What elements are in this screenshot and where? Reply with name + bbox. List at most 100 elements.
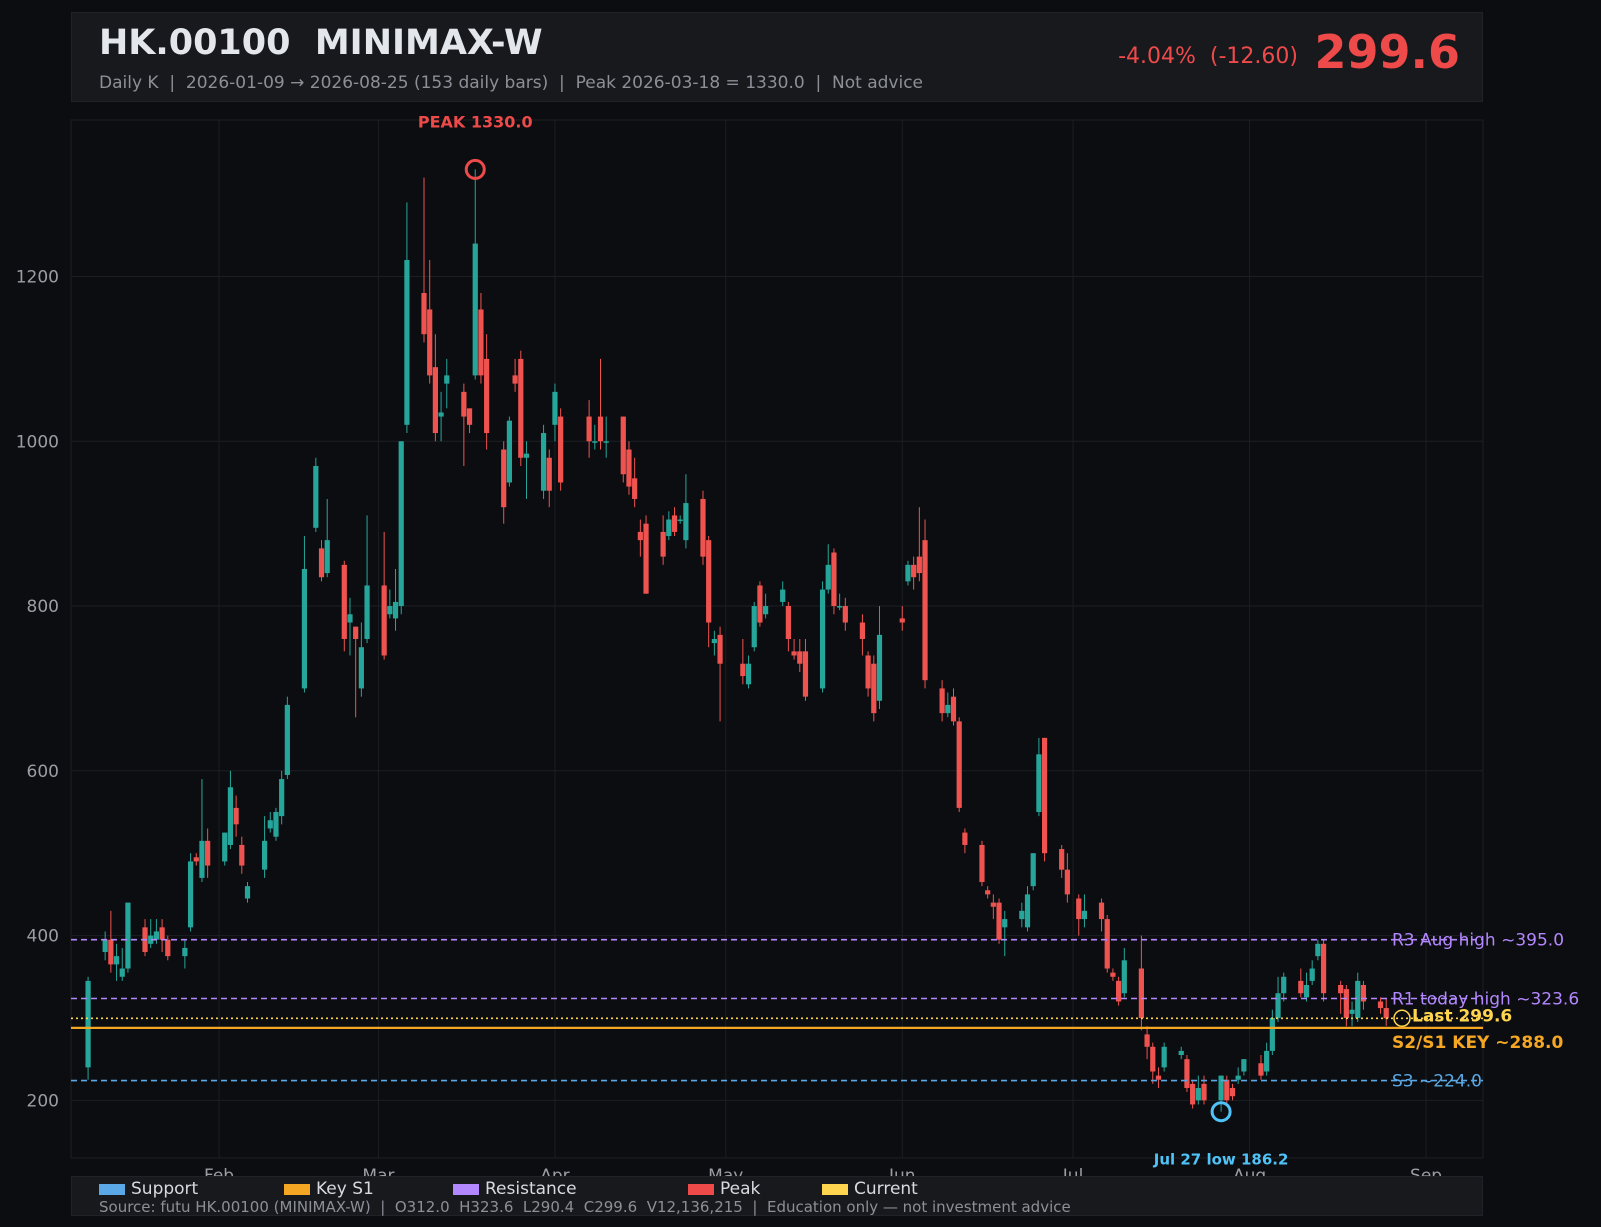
candle-body — [1150, 1046, 1156, 1072]
candle-body — [540, 433, 547, 491]
candle-body — [125, 902, 131, 969]
level-label-resistance: R3 Aug high ~395.0 — [1392, 931, 1564, 951]
candle-body — [546, 457, 552, 491]
candle-body — [763, 606, 769, 615]
candle-body — [478, 309, 484, 376]
candle-body — [1036, 754, 1042, 812]
candle-body — [1281, 976, 1287, 994]
candle-body — [523, 453, 530, 458]
y-tick-label: 1200 — [16, 268, 59, 288]
candle-body — [466, 408, 473, 425]
candle-body — [227, 787, 234, 845]
candle-body — [899, 618, 905, 623]
candle-body — [740, 663, 746, 677]
candle-body — [842, 606, 848, 623]
candle-body — [1041, 737, 1048, 854]
candle-body — [1320, 943, 1327, 994]
candle-body — [438, 412, 444, 417]
candle-body — [620, 416, 626, 475]
candle-body — [1098, 902, 1105, 920]
legend-swatch-support — [99, 1183, 125, 1195]
candle-body — [757, 585, 763, 623]
candle-body — [586, 416, 592, 442]
candle-body — [745, 663, 752, 685]
candle-body — [239, 844, 245, 866]
candle-body — [1349, 1009, 1355, 1014]
candle-body — [461, 391, 467, 417]
candle-body — [979, 844, 985, 883]
candle-body — [1377, 1001, 1384, 1009]
candle-body — [1241, 1059, 1247, 1072]
candle-body — [501, 449, 507, 508]
candle-body — [825, 564, 831, 590]
candle-body — [637, 531, 643, 541]
legend-item-key-s1: Key S1 — [284, 1179, 374, 1199]
candle-body — [945, 704, 951, 714]
candle-body — [1155, 1075, 1162, 1080]
candle-body — [182, 947, 188, 957]
candle-body — [1121, 960, 1127, 994]
candle-body — [1195, 1087, 1201, 1101]
candle-body — [1161, 1046, 1167, 1068]
candle-body — [518, 358, 524, 458]
y-tick-label: 1000 — [16, 432, 59, 452]
candle-body — [341, 564, 347, 639]
level-label-current: Last 299.6 — [1412, 1006, 1512, 1026]
candle-body — [1019, 910, 1025, 920]
legend-item-support: Support — [99, 1179, 198, 1199]
candle-body — [267, 820, 273, 829]
candle-body — [1258, 1063, 1264, 1076]
candle-body — [364, 585, 370, 639]
candle-body — [785, 606, 791, 639]
candle-body — [512, 375, 518, 384]
candle-body — [603, 441, 609, 443]
candle-body — [1303, 985, 1310, 998]
candle-body — [717, 634, 723, 664]
candle-body — [353, 626, 359, 639]
candle-body — [165, 939, 171, 957]
candle-body — [273, 812, 279, 837]
candle-body — [279, 779, 285, 817]
candle-body — [1275, 993, 1281, 1018]
legend-item-current: Current — [822, 1179, 918, 1199]
candle-body — [119, 968, 125, 977]
candle-body — [506, 420, 513, 483]
candle-body — [677, 519, 683, 522]
candle-body — [751, 606, 757, 648]
candle-body — [592, 441, 598, 443]
candle-body — [996, 902, 1002, 940]
candle-body — [905, 564, 911, 582]
candle-body — [159, 927, 165, 940]
candle-body — [1110, 972, 1116, 977]
candle-body — [444, 375, 450, 384]
candle-body — [1064, 869, 1070, 895]
candle-body — [819, 589, 826, 689]
y-tick-label: 200 — [27, 1091, 59, 1111]
legend-swatch-resistance — [453, 1183, 479, 1195]
candle-body — [706, 540, 712, 623]
candle-body — [484, 358, 490, 434]
legend-swatch-peak — [688, 1183, 714, 1195]
candle-body — [700, 498, 706, 557]
candle-body — [950, 696, 957, 722]
candle-body — [660, 531, 666, 557]
candle-body — [233, 807, 239, 825]
candle-body — [922, 540, 928, 681]
candle-body — [1104, 919, 1110, 969]
candle-body — [1081, 910, 1088, 920]
legend-label-current: Current — [854, 1179, 918, 1199]
candle-body — [153, 931, 160, 940]
candle-body — [1338, 985, 1344, 994]
candle-body — [1059, 849, 1065, 870]
candle-body — [1229, 1087, 1236, 1097]
candle-body — [1383, 1008, 1389, 1019]
candle-body — [802, 651, 809, 697]
candle-body — [1138, 968, 1144, 1018]
candle-body — [711, 639, 717, 644]
candle-body — [916, 556, 922, 574]
legend-label-peak: Peak — [720, 1179, 761, 1199]
candle-body — [1264, 1050, 1270, 1072]
candle-body — [85, 980, 91, 1068]
candle-body — [1076, 898, 1082, 920]
candle-body — [1269, 1017, 1275, 1051]
